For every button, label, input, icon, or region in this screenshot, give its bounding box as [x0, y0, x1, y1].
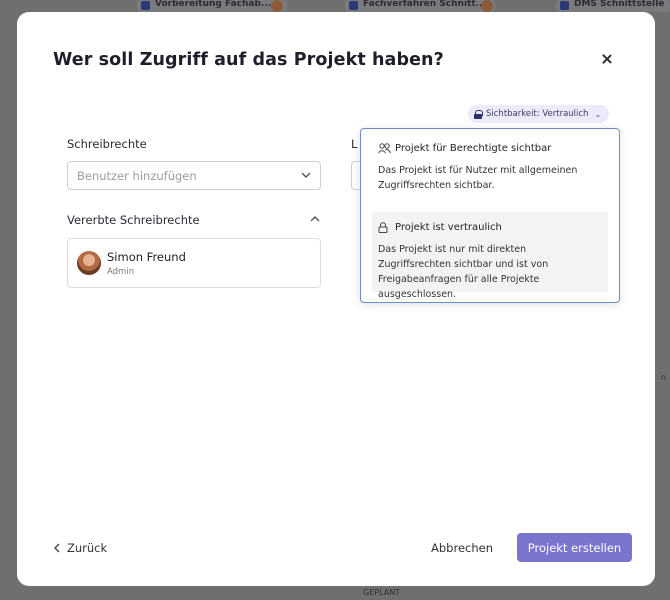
visibility-dropdown: Projekt für Berechtigte sichtbar Das Pro… — [360, 128, 620, 303]
dialog-title: Wer soll Zugriff auf das Projekt haben? — [53, 50, 444, 70]
chevron-up-icon — [309, 213, 321, 225]
lock-icon — [474, 109, 483, 119]
chevron-down-icon: ⌄ — [594, 109, 602, 119]
background-card: Fachverfahren Schnitt... — [345, 0, 495, 12]
avatar — [77, 251, 101, 275]
lock-outline-icon — [378, 222, 391, 233]
background-status: GEPLANT — [363, 588, 401, 597]
visibility-badge-label: Sichtbarkeit: Vertraulich — [486, 109, 589, 119]
background-card: Vorbereitung Fachab... — [137, 0, 287, 12]
background-card: DMS Schnittstelle — [556, 0, 670, 12]
add-user-placeholder: Benutzer hinzufügen — [77, 168, 197, 183]
create-project-button[interactable]: Projekt erstellen — [517, 533, 632, 562]
visibility-option-authorized[interactable]: Projekt für Berechtigte sichtbar Das Pro… — [372, 133, 608, 209]
add-user-input[interactable]: Benutzer hinzufügen — [67, 161, 321, 190]
inherited-rights-label: Vererbte Schreibrechte — [67, 213, 200, 227]
visibility-option-confidential[interactable]: Projekt ist vertraulich Das Projekt ist … — [372, 212, 608, 300]
back-button[interactable]: Zurück — [53, 541, 107, 555]
chevron-left-icon — [53, 543, 61, 553]
close-icon[interactable] — [599, 52, 615, 68]
cancel-button[interactable]: Abbrechen — [431, 541, 493, 555]
visibility-badge[interactable]: Sichtbarkeit: Vertraulich ⌄ — [468, 105, 610, 123]
avatar — [481, 0, 493, 12]
inherited-user-card: Simon Freund Admin — [67, 238, 321, 288]
chevron-down-icon — [300, 169, 312, 181]
inherited-rights-header[interactable]: Vererbte Schreibrechte — [67, 213, 321, 229]
write-rights-label: Schreibrechte — [67, 137, 147, 151]
option-title: Projekt für Berechtigte sichtbar — [395, 143, 552, 154]
background-card-title: Vorbereitung Fachab... — [155, 0, 272, 9]
background-card-title: DMS Schnittstelle — [574, 0, 665, 9]
pencil-icon — [560, 1, 569, 10]
avatar — [271, 0, 283, 12]
user-name: Simon Freund — [107, 250, 186, 264]
option-title: Projekt ist vertraulich — [395, 222, 502, 233]
background-fragment: n — [660, 373, 666, 382]
option-description: Das Projekt ist für Nutzer mit allgemein… — [378, 165, 578, 191]
background-card-title: Fachverfahren Schnitt... — [363, 0, 486, 9]
pencil-icon — [141, 1, 150, 10]
read-rights-label: L — [351, 137, 358, 151]
back-label: Zurück — [67, 541, 108, 555]
option-description: Das Projekt ist nur mit direkten Zugriff… — [378, 244, 549, 300]
user-role: Admin — [107, 267, 135, 277]
pencil-icon — [349, 1, 358, 10]
people-icon — [378, 143, 391, 154]
access-dialog: Wer soll Zugriff auf das Projekt haben? … — [17, 12, 655, 586]
